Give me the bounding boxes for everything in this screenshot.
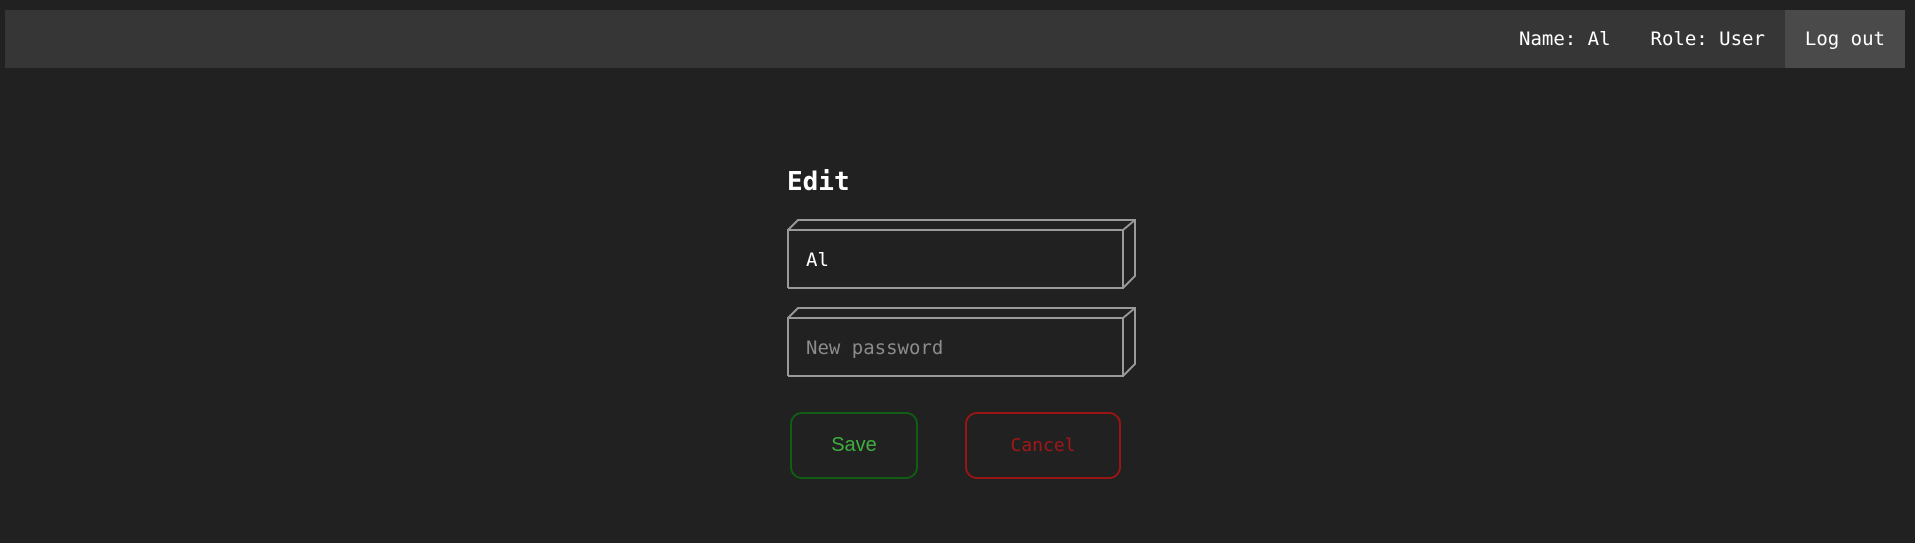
username-input[interactable] [789, 233, 1121, 287]
top-nav-bar: Name: Al Role: User Log out [5, 10, 1905, 68]
new-password-input[interactable] [789, 321, 1121, 375]
user-role-label: Role: User [1650, 28, 1765, 50]
save-button[interactable]: Save [790, 412, 918, 479]
password-field-wrapper [787, 307, 1137, 377]
cancel-button[interactable]: Cancel [965, 412, 1121, 479]
form-title: Edit [787, 167, 850, 197]
logout-button[interactable]: Log out [1784, 10, 1905, 68]
edit-form: Edit Save Cancel [787, 165, 1136, 479]
username-field-wrapper [787, 219, 1137, 289]
user-name-label: Name: Al [1519, 28, 1611, 50]
